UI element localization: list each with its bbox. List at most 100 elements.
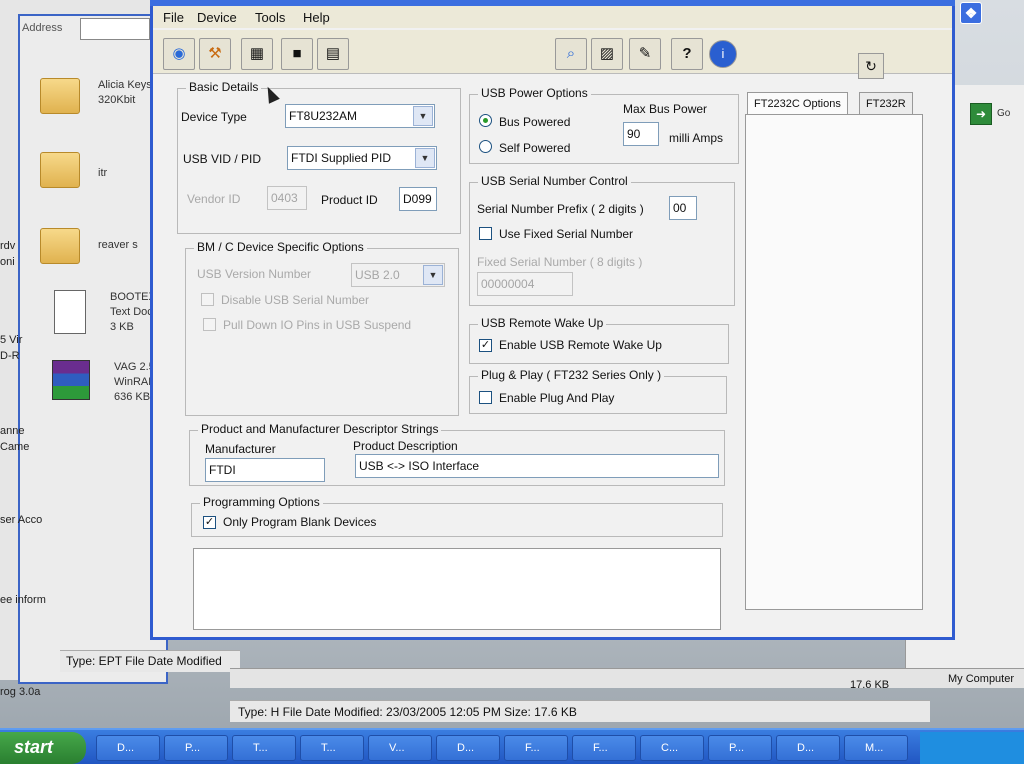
windows-logo-icon: ❖ — [960, 2, 982, 24]
use-fixed-serial-checkbox[interactable] — [479, 227, 492, 240]
bus-powered-radio[interactable] — [479, 114, 492, 127]
start-button[interactable]: start — [0, 732, 86, 764]
cut-text: anne — [0, 425, 25, 437]
taskbar: start D... P... T... T... V... D... F...… — [0, 728, 1024, 764]
taskbar-item[interactable]: C... — [640, 735, 704, 761]
cut-text: ser Acco — [0, 514, 43, 526]
milli-amps-label: milli Amps — [669, 131, 724, 145]
system-tray — [920, 732, 1024, 764]
product-id-label: Product ID — [321, 193, 378, 207]
prefix-field[interactable]: 00 — [669, 196, 697, 220]
menu-help[interactable]: Help — [303, 10, 330, 25]
product-description-label: Product Description — [353, 439, 458, 453]
folder-icon — [40, 228, 80, 264]
manufacturer-label: Manufacturer — [205, 442, 276, 456]
chevron-down-icon: ▼ — [413, 106, 433, 126]
size-readout: 17.6 KB — [850, 679, 890, 691]
plug-play-label: Enable Plug And Play — [499, 391, 615, 405]
right-status-bar: 17.6 KB My Computer — [230, 668, 1024, 691]
product-id-field[interactable]: D099 — [399, 187, 437, 211]
refresh-icon[interactable]: ↻ — [858, 53, 884, 79]
remote-wake-checkbox[interactable]: ✓ — [479, 339, 492, 352]
program-icon[interactable]: ▦ — [241, 38, 273, 70]
descriptor-title: Product and Manufacturer Descriptor Stri… — [198, 422, 442, 436]
stop-icon[interactable]: ■ — [281, 38, 313, 70]
pull-down-checkbox[interactable] — [203, 318, 216, 331]
toolbar: ◉ ⚒ ▦ ■ ▤ ⌕ ▨ ✎ ? i — [153, 30, 952, 74]
text-document-icon — [54, 290, 86, 334]
product-description-field[interactable]: USB <-> ISO Interface — [355, 454, 719, 478]
usb-version-label: USB Version Number — [197, 267, 312, 281]
max-bus-power-label: Max Bus Power — [623, 102, 708, 116]
usb-version-select[interactable]: USB 2.0 ▼ — [351, 263, 445, 287]
menu-device[interactable]: Device — [197, 10, 237, 25]
fixed-serial-field[interactable]: 00000004 — [477, 272, 573, 296]
address-field[interactable] — [80, 18, 150, 40]
info-icon[interactable]: i — [709, 40, 737, 68]
cut-text: 5 Vir — [0, 334, 23, 346]
plug-play-checkbox[interactable] — [479, 391, 492, 404]
go-label: Go — [997, 108, 1011, 119]
globe-icon[interactable]: ◉ — [163, 38, 195, 70]
erase-icon[interactable]: ▨ — [591, 38, 623, 70]
taskbar-item[interactable]: D... — [436, 735, 500, 761]
taskbar-item[interactable]: D... — [96, 735, 160, 761]
blank-only-label: Only Program Blank Devices — [223, 515, 377, 529]
left-status-bar: Type: EPT File Date Modified — [60, 650, 240, 672]
tab-ft2232c-options[interactable]: FT2232C Options — [747, 92, 848, 116]
remote-wake-title: USB Remote Wake Up — [478, 316, 607, 330]
taskbar-item[interactable]: M... — [844, 735, 908, 761]
prefix-label: Serial Number Prefix ( 2 digits ) — [477, 202, 644, 216]
cut-text: ee inform — [0, 594, 46, 606]
my-computer-label: My Computer — [948, 673, 1015, 685]
go-arrow-icon[interactable]: ➜ — [970, 103, 992, 125]
cut-text: rog 3.0a — [0, 686, 41, 698]
address-label: Address — [22, 22, 63, 34]
blank-only-checkbox[interactable]: ✓ — [203, 516, 216, 529]
title-bar — [150, 0, 955, 6]
self-powered-label: Self Powered — [499, 141, 571, 155]
taskbar-item[interactable]: F... — [572, 735, 636, 761]
taskbar-item[interactable]: T... — [300, 735, 364, 761]
menu-file[interactable]: File — [163, 10, 184, 25]
pen-icon[interactable]: ✎ — [629, 38, 661, 70]
tab-panel — [745, 114, 923, 610]
taskbar-item[interactable]: D... — [776, 735, 840, 761]
save-icon[interactable]: ▤ — [317, 38, 349, 70]
help-icon[interactable]: ? — [671, 38, 703, 70]
tools-icon[interactable]: ⚒ — [199, 38, 231, 70]
menu-tools[interactable]: Tools — [255, 10, 285, 25]
taskbar-item[interactable]: F... — [504, 735, 568, 761]
manufacturer-field[interactable]: FTDI — [205, 458, 325, 482]
cut-text: Came — [0, 441, 30, 453]
fixed-serial-label: Fixed Serial Number ( 8 digits ) — [477, 255, 643, 269]
taskbar-item[interactable]: V... — [368, 735, 432, 761]
output-log[interactable] — [193, 548, 721, 630]
device-type-select[interactable]: FT8U232AM ▼ — [285, 104, 435, 128]
cut-text: rdv — [0, 240, 16, 252]
disable-serial-checkbox[interactable] — [201, 293, 214, 306]
device-type-label: Device Type — [181, 110, 247, 124]
basic-details-title: Basic Details — [186, 80, 262, 94]
tab-ft232r[interactable]: FT232R — [859, 92, 913, 116]
taskbar-item[interactable]: P... — [164, 735, 228, 761]
folder-icon — [40, 78, 80, 114]
search-icon[interactable]: ⌕ — [555, 38, 587, 70]
disable-serial-label: Disable USB Serial Number — [221, 293, 370, 307]
programming-title: Programming Options — [200, 495, 323, 509]
usb-vid-pid-label: USB VID / PID — [183, 152, 262, 166]
taskbar-item[interactable]: P... — [708, 735, 772, 761]
taskbar-item[interactable]: T... — [232, 735, 296, 761]
usb-vid-pid-select[interactable]: FTDI Supplied PID ▼ — [287, 146, 437, 170]
cut-text: oni — [0, 256, 15, 268]
bm-options-title: BM / C Device Specific Options — [194, 240, 367, 254]
chevron-down-icon: ▼ — [415, 148, 435, 168]
max-bus-power-field[interactable]: 90 — [623, 122, 659, 146]
winrar-archive-icon — [52, 360, 90, 400]
self-powered-radio[interactable] — [479, 140, 492, 153]
background-explorer-pane — [18, 14, 168, 684]
menu-bar: File Device Tools Help — [153, 6, 952, 28]
vendor-id-field[interactable]: 0403 — [267, 186, 307, 210]
bottom-status-bar: Type: H File Date Modified: 23/03/2005 1… — [230, 700, 930, 722]
remote-wake-label: Enable USB Remote Wake Up — [499, 338, 662, 352]
